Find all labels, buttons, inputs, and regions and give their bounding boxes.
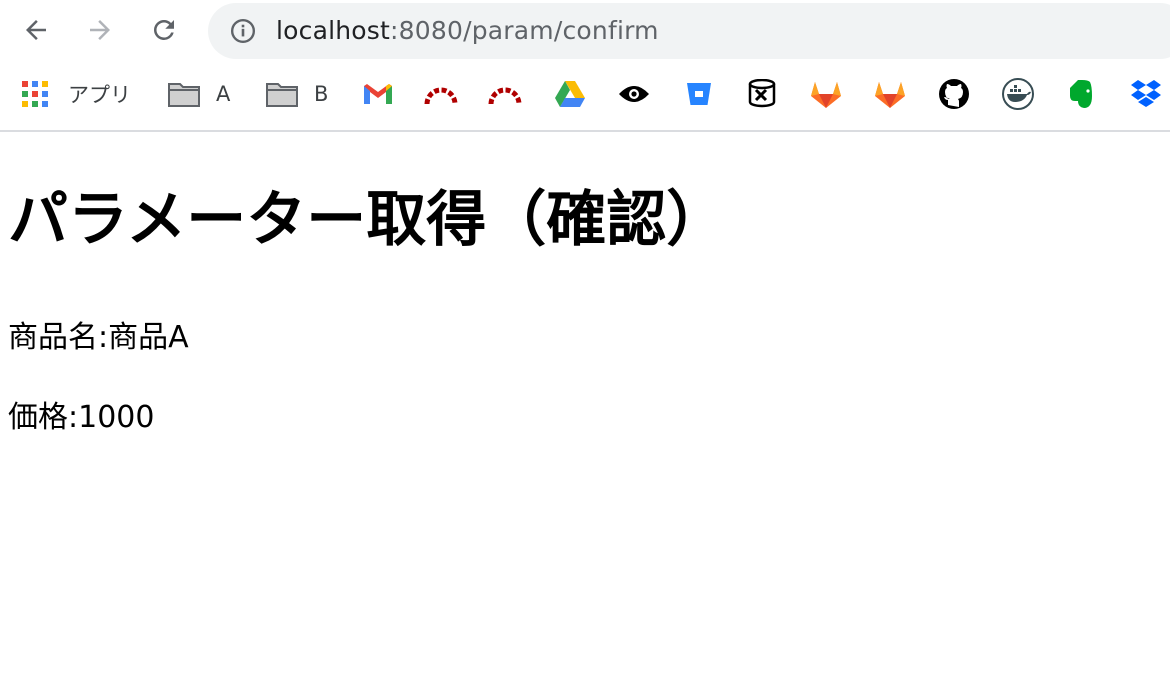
apps-grid-icon [22, 81, 48, 107]
reload-button[interactable] [144, 10, 184, 50]
bookmark-zapier[interactable] [748, 62, 776, 126]
url-path: :8080/param/confirm [390, 16, 659, 45]
redmine-icon [488, 87, 522, 105]
bookmark-gitlab-1[interactable] [810, 62, 842, 126]
zapier-icon [748, 79, 776, 108]
product-name-text: 商品名:商品A [8, 320, 189, 355]
bookmark-eye[interactable] [618, 62, 650, 126]
bookmark-folder-b-label: B [314, 82, 329, 106]
back-button[interactable] [16, 10, 56, 50]
info-icon[interactable] [230, 18, 256, 44]
bookmark-folder-a-label: A [216, 82, 231, 106]
folder-icon [266, 83, 298, 107]
forward-button[interactable] [80, 10, 120, 50]
bookmark-docker[interactable] [1002, 62, 1034, 126]
redmine-icon [424, 87, 458, 105]
price-text: 価格:1000 [8, 400, 155, 435]
gitlab-icon [875, 82, 905, 108]
bookmark-gmail[interactable] [362, 62, 394, 126]
bookmark-folder-a[interactable]: A [168, 62, 230, 126]
github-icon [939, 79, 969, 109]
bitbucket-icon [687, 83, 711, 105]
back-arrow-icon [26, 20, 46, 40]
folder-icon [168, 83, 200, 107]
bookmark-apps-label: アプリ [68, 83, 131, 107]
address-bar[interactable]: localhost:8080/param/confirm [208, 3, 1170, 59]
bookmark-github[interactable] [938, 62, 970, 126]
forward-arrow-icon [90, 20, 110, 40]
url-text[interactable]: localhost:8080/param/confirm [276, 16, 659, 45]
evernote-icon [1070, 80, 1092, 108]
bookmark-apps[interactable]: アプリ [22, 62, 131, 126]
bookmark-folder-b[interactable]: B [266, 62, 328, 126]
gmail-icon [364, 84, 392, 104]
reload-icon [154, 20, 174, 40]
bookmark-redmine-2[interactable] [488, 62, 522, 126]
dropbox-icon [1131, 80, 1161, 107]
page-title: パラメーター取得（確認） [8, 185, 727, 255]
bookmark-dropbox[interactable] [1130, 62, 1162, 126]
google-drive-icon [555, 81, 585, 107]
bookmark-gitlab-2[interactable] [874, 62, 906, 126]
bookmark-evernote[interactable] [1068, 62, 1096, 126]
gitlab-icon [811, 82, 841, 108]
bookmark-bitbucket[interactable] [686, 62, 712, 126]
browser-toolbar: localhost:8080/param/confirm [0, 0, 1170, 62]
bookmark-redmine-1[interactable] [424, 62, 458, 126]
docker-icon [1002, 78, 1034, 110]
url-host: localhost [276, 16, 391, 45]
bookmarks-bar: アプリ A B [0, 62, 1170, 132]
bookmark-google-drive[interactable] [554, 62, 586, 126]
eye-icon [619, 86, 649, 102]
